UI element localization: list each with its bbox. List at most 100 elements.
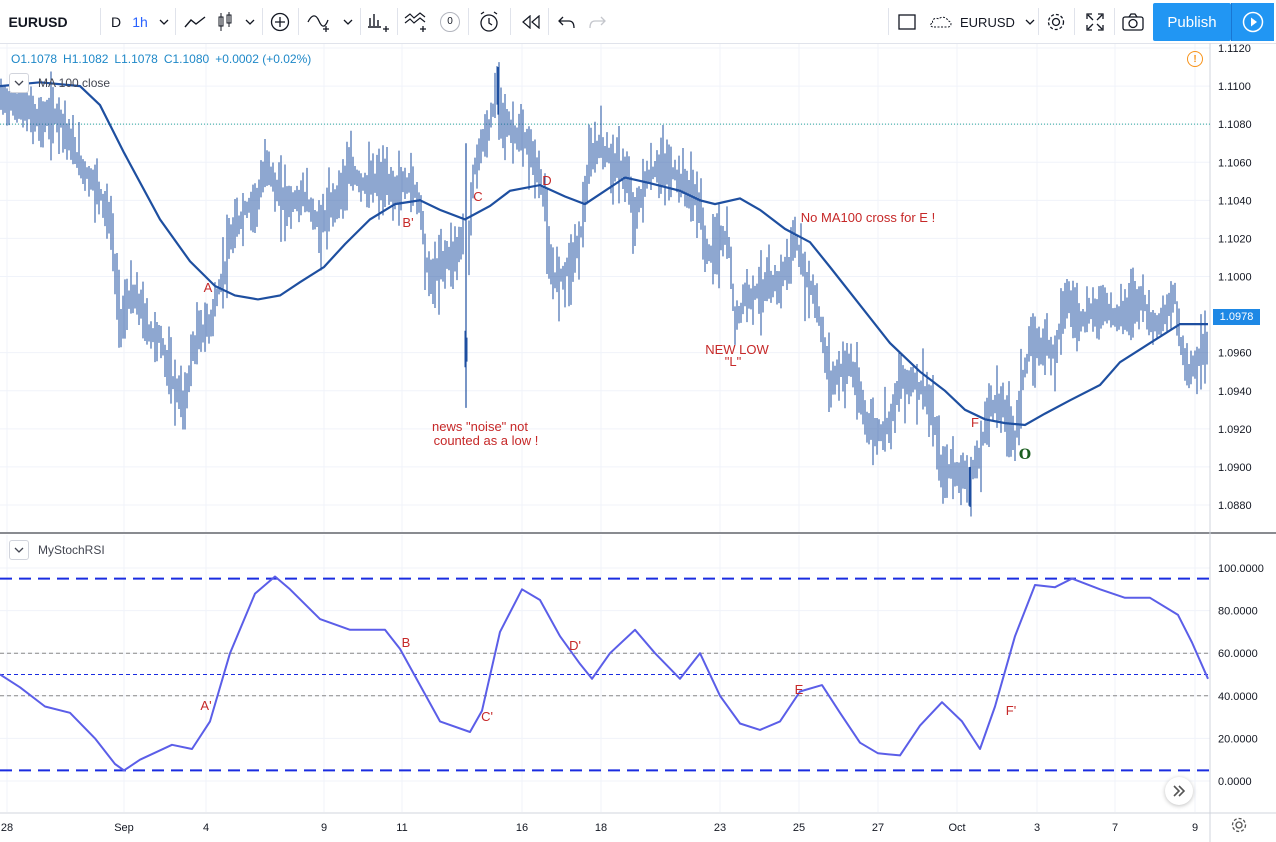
toolbar-divider (888, 8, 889, 35)
interval-button[interactable]: 1h (128, 0, 152, 43)
last-price-label: 1.0978 (1213, 309, 1260, 325)
stochrsi-indicator-label[interactable]: MyStochRSI (38, 543, 105, 557)
toolbar-divider (360, 8, 361, 35)
price-tick-label: 1.1120 (1218, 43, 1251, 55)
chevron-down-icon (14, 80, 24, 86)
ohlc-low: L1.1078 (114, 52, 158, 66)
price-tick-label: 1.1000 (1218, 272, 1252, 284)
toolbar-divider (1114, 8, 1115, 35)
time-tick-label: 16 (516, 822, 528, 834)
chart-annotation: O (1019, 447, 1031, 463)
ohlc-open: O1.1078 (11, 52, 58, 66)
price-tick-label: 1.1040 (1218, 195, 1252, 207)
publish-button[interactable]: Publish (1153, 3, 1231, 41)
toolbar-divider (298, 8, 299, 35)
price-tick-label: 1.1060 (1218, 157, 1252, 169)
layout-icon[interactable] (894, 0, 920, 43)
price-tick-label: 1.1020 (1218, 233, 1252, 245)
time-tick-label: Oct (948, 822, 965, 834)
line-chart-type-icon[interactable] (180, 0, 210, 43)
toolbar-divider (468, 8, 469, 35)
time-tick-label: 7 (1112, 822, 1118, 834)
chart-canvas[interactable]: AB'CDNo MA100 cross for E !NEW LOW"L"new… (0, 43, 1276, 842)
redo-icon[interactable] (582, 0, 612, 43)
time-tick-label: 9 (1192, 822, 1198, 834)
price-tick-label: 1.0960 (1218, 348, 1252, 360)
compare-symbol-label: EURUSD (960, 14, 1015, 30)
stochrsi-tick-label: 20.0000 (1218, 733, 1258, 745)
chart-annotation: F (971, 415, 979, 430)
toolbar-divider (1038, 8, 1039, 35)
stochrsi-tick-label: 80.0000 (1218, 606, 1258, 618)
stochrsi-annotation: C' (481, 709, 493, 724)
collapse-legend-button[interactable] (9, 73, 29, 93)
stochrsi-tick-label: 40.0000 (1218, 691, 1258, 703)
toolbar-divider (397, 8, 398, 35)
stochrsi-annotation: D' (569, 638, 581, 653)
compare-symbol-selector[interactable]: EURUSD (928, 10, 1036, 34)
chart-annotation: news "noise" not (432, 419, 528, 434)
time-tick-label: 28 (1, 822, 13, 834)
chevron-down-icon (14, 547, 24, 553)
price-tick-label: 1.0940 (1218, 386, 1252, 398)
bar-replay-icon[interactable] (516, 0, 546, 43)
compare-add-icon[interactable] (266, 0, 294, 43)
symbol-search[interactable]: EURUSD (8, 0, 68, 43)
toolbar-divider (1074, 8, 1075, 35)
chart-annotation: No MA100 cross for E ! (801, 210, 935, 225)
stochrsi-annotation: E (795, 682, 804, 697)
double-chevron-right-icon (1173, 785, 1186, 797)
chevron-down-icon (1025, 19, 1035, 25)
indicators-icon[interactable] (304, 0, 336, 43)
chart-annotation: "L" (725, 354, 742, 369)
time-tick-label: 18 (595, 822, 607, 834)
camera-icon[interactable] (1118, 0, 1148, 43)
toolbar-divider (510, 8, 511, 35)
toolbar-divider (548, 8, 549, 35)
play-button[interactable] (1231, 3, 1274, 41)
templates-icon[interactable] (402, 0, 432, 43)
settings-gear-icon[interactable] (1042, 0, 1070, 43)
chart-annotation: C (473, 189, 482, 204)
ohlc-legend: O1.1078 H1.1082 L1.1078 C1.1080 +0.0002 (+0.… (11, 52, 317, 66)
collapse-sub-legend-button[interactable] (9, 540, 29, 560)
scale-settings-gear-icon[interactable] (1230, 816, 1248, 839)
undo-icon[interactable] (552, 0, 582, 43)
time-tick-label: 23 (714, 822, 726, 834)
time-tick-label: 11 (396, 822, 407, 834)
chart-annotation: counted as a low ! (434, 433, 539, 448)
price-tick-label: 1.0880 (1218, 500, 1252, 512)
stochrsi-tick-label: 100.0000 (1218, 563, 1264, 575)
toolbar-divider (175, 8, 176, 35)
financials-icon[interactable] (364, 0, 394, 43)
stochrsi-annotation: F' (1006, 703, 1016, 718)
time-tick-label: 3 (1034, 822, 1040, 834)
chart-annotation: D (542, 173, 551, 188)
replay-count-badge[interactable]: 0 (438, 0, 462, 43)
candles-chart-type-icon[interactable] (212, 0, 238, 43)
chart-type-dropdown-icon[interactable] (240, 0, 260, 43)
time-tick-label: 9 (321, 822, 327, 834)
interval-dropdown-icon[interactable] (154, 0, 174, 43)
cloud-icon (930, 16, 952, 28)
stochrsi-line (0, 575, 1209, 772)
time-tick-label: 4 (203, 822, 209, 834)
time-tick-label: Sep (114, 822, 134, 834)
indicators-dropdown-icon[interactable] (338, 0, 358, 43)
stochrsi-annotation: B (402, 635, 411, 650)
price-tick-label: 1.1080 (1218, 119, 1252, 131)
price-tick-label: 1.0920 (1218, 424, 1252, 436)
stochrsi-tick-label: 60.0000 (1218, 648, 1258, 660)
time-tick-label: 25 (793, 822, 805, 834)
warning-icon[interactable]: ! (1187, 51, 1203, 67)
alert-icon[interactable] (474, 0, 506, 43)
price-tick-label: 1.1100 (1218, 81, 1251, 93)
ma-indicator-label[interactable]: MA 100 close (38, 76, 110, 90)
replay-count: 0 (440, 11, 460, 32)
ohlc-high: H1.1082 (63, 52, 109, 66)
toolbar-divider (100, 8, 101, 35)
chart-annotation: A (204, 280, 213, 295)
fullscreen-icon[interactable] (1080, 0, 1110, 43)
period-d-button[interactable]: D (106, 0, 126, 43)
scroll-to-realtime-button[interactable] (1165, 777, 1193, 805)
